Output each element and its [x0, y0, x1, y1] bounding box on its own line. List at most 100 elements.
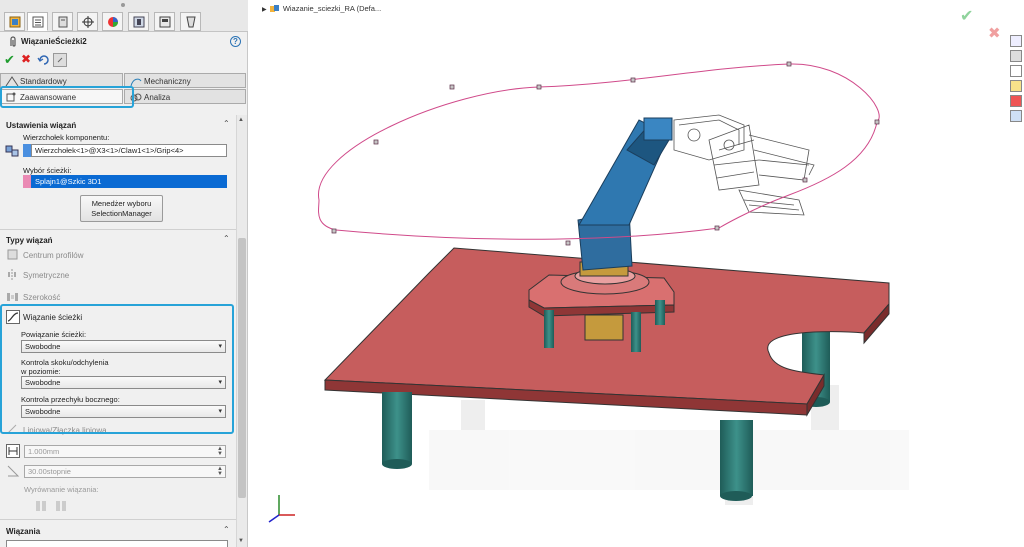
feature-manager-tab[interactable] — [4, 12, 25, 31]
task-pane-tabs — [1007, 35, 1024, 122]
mate-settings-title: Ustawienia wiązań — [6, 121, 77, 130]
profile-center-icon — [7, 249, 18, 260]
mates-header[interactable]: Wiązania ⌃ — [0, 524, 236, 538]
tab-standard[interactable]: Standardowy — [0, 73, 123, 88]
width-icon — [7, 293, 18, 301]
mate-types-title: Typy wiązań — [6, 236, 53, 245]
addin-icon — [186, 16, 196, 28]
home-icon[interactable] — [1010, 35, 1022, 47]
cam-tab[interactable] — [128, 12, 149, 31]
mate-type-profile-center[interactable]: Centrum profilów — [6, 248, 226, 262]
custom-properties-icon[interactable] — [1010, 110, 1022, 122]
distance-value: 1.000mm — [28, 447, 60, 456]
mates-list[interactable] — [6, 540, 228, 547]
aligned-icon[interactable] — [34, 499, 48, 513]
view-palette-icon[interactable] — [1010, 80, 1022, 92]
section-divider — [0, 229, 236, 230]
collapse-chevron-icon: ⌃ — [223, 119, 230, 128]
undo-button[interactable] — [37, 53, 51, 67]
distance-input[interactable]: 1.000mm ▲ ▼ — [24, 445, 226, 458]
coordinate-triad — [268, 495, 295, 523]
simulation-icon — [159, 16, 171, 28]
cancel-button[interactable]: ✖ — [21, 53, 35, 67]
chevron-down-icon: ▾ — [218, 379, 222, 386]
mate-type-width[interactable]: Szerokość — [6, 290, 226, 304]
property-manager-tab[interactable] — [27, 12, 48, 31]
angle-value: 30.00stopnie — [28, 467, 71, 476]
symmetric-icon — [8, 269, 16, 280]
mate-types-header[interactable]: Typy wiązań ⌃ — [0, 233, 236, 247]
linear-coupler-label: Liniowa/Złączka liniowa — [23, 426, 107, 435]
appearances-icon[interactable] — [1010, 95, 1022, 107]
spin-arrows-icon[interactable]: ▲ ▼ — [217, 466, 223, 477]
dimxpert-tab[interactable] — [77, 12, 98, 31]
scroll-up-icon[interactable]: ▲ — [238, 117, 244, 123]
spin-arrows-icon[interactable]: ▲ ▼ — [217, 446, 223, 457]
platform-post — [631, 312, 641, 352]
appearance-icon — [108, 17, 118, 27]
roll-control-select[interactable]: Swobodne ▾ — [21, 405, 226, 418]
design-library-icon[interactable] — [1010, 50, 1022, 62]
tab-analysis[interactable]: Analiza — [124, 89, 246, 104]
vertex-selection-field[interactable]: Wierzchołek<1>@X3<1>/Claw1<1>/Grip<4> — [31, 144, 227, 157]
pitch-yaw-select[interactable]: Swobodne ▾ — [21, 376, 226, 389]
mate-type-path[interactable]: Wiązanie ścieżki — [6, 310, 226, 324]
standard-mates-icon — [5, 76, 19, 87]
panel-handle[interactable] — [121, 3, 125, 7]
mate-settings-header[interactable]: Ustawienia wiązań ⌃ — [0, 118, 236, 132]
platform-post — [544, 310, 554, 348]
path-selection-field[interactable]: Splajn1@Szkic 3D1 — [31, 175, 227, 188]
scrollbar-thumb[interactable] — [238, 238, 246, 498]
section-divider — [0, 519, 236, 520]
configuration-icon — [58, 16, 68, 28]
path-constraint-value: Swobodne — [25, 342, 61, 351]
display-manager-tab[interactable] — [102, 12, 123, 31]
undo-icon — [37, 55, 49, 65]
pitch-yaw-label-line1: Kontrola skoku/odchylenia — [21, 358, 109, 367]
selection-manager-line1: Menedżer wyboru — [91, 199, 152, 208]
selection-manager-line2: SelectionManager — [91, 209, 152, 218]
selection-manager-button[interactable]: Menedżer wyboru SelectionManager — [80, 195, 163, 222]
tab-advanced[interactable]: Zaawansowane — [0, 89, 123, 104]
tab-standard-label: Standardowy — [20, 77, 67, 86]
path-color-swatch — [23, 175, 31, 188]
model-3d-view — [268, 61, 909, 523]
platform-post — [655, 300, 665, 325]
scroll-down-icon[interactable]: ▼ — [238, 538, 244, 544]
vertex-color-swatch — [23, 144, 31, 157]
tab-mechanical[interactable]: Mechaniczny — [124, 73, 246, 88]
configuration-manager-tab[interactable] — [52, 12, 73, 31]
collapse-chevron-icon: ⌃ — [223, 234, 230, 243]
addin-tab[interactable] — [180, 12, 201, 31]
path-constraint-select[interactable]: Swobodne ▾ — [21, 340, 226, 353]
angle-input[interactable]: 30.00stopnie ▲ ▼ — [24, 465, 226, 478]
roll-control-value: Swobodne — [25, 407, 61, 416]
table-leg-front-left — [382, 392, 412, 464]
ok-button[interactable]: ✔ — [4, 53, 18, 67]
mate-type-symmetric[interactable]: Symetryczne — [6, 268, 226, 282]
help-icon[interactable]: ? — [230, 36, 241, 47]
width-label: Szerokość — [23, 293, 61, 302]
property-list-icon — [32, 16, 44, 28]
distance-icon — [6, 444, 20, 458]
property-manager-panel: WiązanieŚcieżki2 ? ✔ ✖ Standardowy Mecha… — [0, 0, 248, 547]
mate-type-linear-coupler[interactable]: Liniowa/Złączka liniowa — [6, 423, 226, 437]
profile-center-label: Centrum profilów — [23, 251, 84, 260]
mate-selection-icon — [5, 145, 19, 157]
chevron-down-icon: ▾ — [218, 343, 222, 350]
vertex-label: Wierzchołek komponentu: — [23, 133, 110, 142]
base-motor — [584, 314, 624, 341]
advanced-mates-icon — [6, 92, 16, 102]
mechanical-mates-icon — [130, 78, 142, 87]
simulation-tab[interactable] — [154, 12, 175, 31]
tab-advanced-label: Zaawansowane — [20, 93, 77, 102]
manager-tab-bar — [0, 0, 248, 32]
pitch-yaw-value: Swobodne — [25, 378, 61, 387]
anti-aligned-icon[interactable] — [54, 499, 68, 513]
table-leg-front-right — [720, 420, 753, 496]
path-mate-icon — [6, 310, 20, 324]
analysis-icon — [130, 93, 142, 102]
tab-analysis-label: Analiza — [144, 93, 171, 102]
pin-button[interactable] — [53, 53, 67, 67]
file-explorer-icon[interactable] — [1010, 65, 1022, 77]
